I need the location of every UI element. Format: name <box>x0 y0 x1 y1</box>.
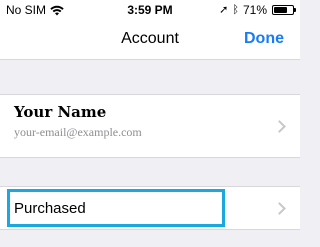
purchased-row[interactable]: Purchased <box>0 186 300 230</box>
bluetooth-icon: ᛒ <box>232 4 239 16</box>
status-bar: No SIM 3:59 PM ➚ ᛒ 71% <box>0 0 300 20</box>
account-screen: No SIM 3:59 PM ➚ ᛒ 71% Account Done Your… <box>0 0 300 247</box>
done-button[interactable]: Done <box>244 30 284 48</box>
profile-email: your-email@example.com <box>14 125 142 139</box>
profile-row[interactable]: Your Name your-email@example.com <box>0 94 300 158</box>
battery-percent: 71% <box>242 3 267 17</box>
location-arrow-icon: ➚ <box>219 4 229 16</box>
chevron-right-icon <box>273 120 286 133</box>
battery-icon <box>272 5 296 15</box>
navigation-bar: Account Done <box>0 20 300 60</box>
status-right: ➚ ᛒ 71% <box>219 3 296 17</box>
profile-name: Your Name <box>14 103 107 121</box>
battery-cap <box>294 8 296 12</box>
chevron-right-icon <box>273 202 286 215</box>
battery-level-fill <box>274 7 287 13</box>
purchased-label: Purchased <box>14 200 86 217</box>
